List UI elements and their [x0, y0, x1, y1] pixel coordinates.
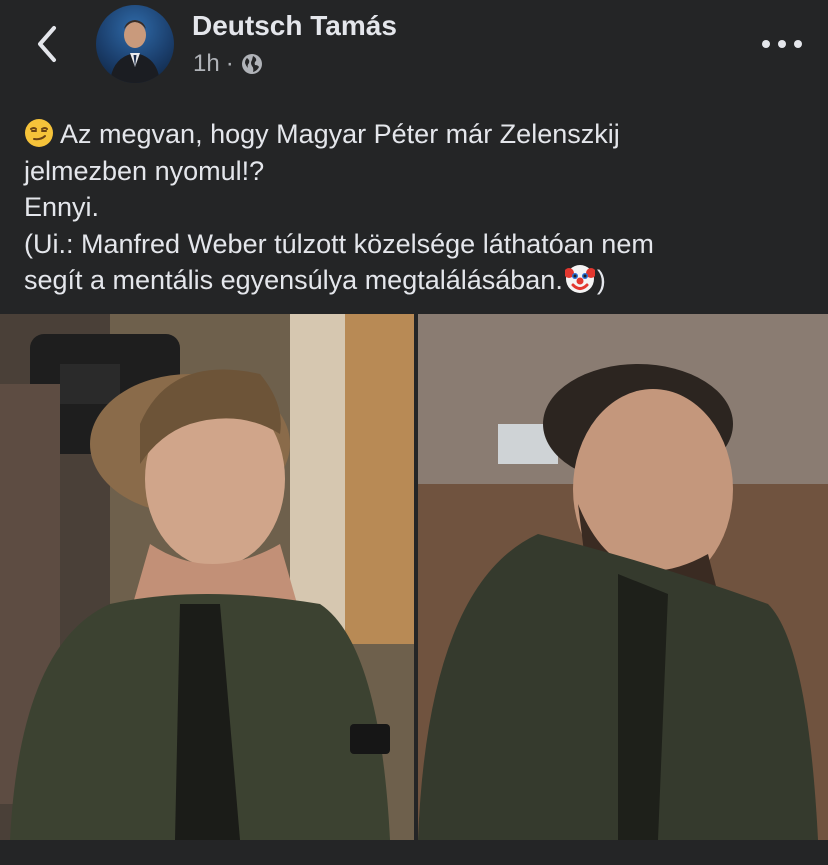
- chevron-left-icon: [38, 26, 56, 62]
- post-footer-strip: [0, 840, 828, 865]
- photo-man-right: [418, 314, 828, 840]
- photo-man-left: [0, 314, 414, 840]
- post-photo-left[interactable]: [0, 314, 414, 840]
- smirking-face-emoji: [25, 119, 53, 147]
- back-button[interactable]: [30, 22, 66, 66]
- post-meta: 1h ·: [193, 50, 264, 78]
- more-options-button[interactable]: [758, 30, 806, 58]
- post-line-4: (Ui.: Manfred Weber túlzott közelsége lá…: [24, 228, 654, 259]
- post-line-1-text: Az megvan, hogy Magyar Péter már Zelensz…: [60, 119, 620, 149]
- post-line-3: Ennyi.: [24, 192, 100, 222]
- post-header: Deutsch Tamás 1h ·: [0, 0, 828, 100]
- post-line-5-close: ): [596, 265, 606, 295]
- globe-icon[interactable]: [240, 52, 264, 76]
- post-line-5: segít a mentális egyensúlya megtalálásáb…: [24, 262, 814, 299]
- post-line-2: jelmezben nyomul!?: [24, 155, 265, 186]
- clown-face-emoji: [564, 265, 595, 293]
- post-time[interactable]: 1h: [193, 50, 220, 78]
- post-text: Az megvan, hogy Magyar Péter már Zelensz…: [24, 116, 814, 299]
- meta-separator: ·: [225, 50, 234, 77]
- more-horizontal-icon: [762, 40, 802, 48]
- post-photo-right[interactable]: [418, 314, 828, 840]
- post-line-5-text: segít a mentális egyensúlya megtalálásáb…: [24, 265, 563, 295]
- author-name[interactable]: Deutsch Tamás: [192, 10, 397, 42]
- avatar-image: [110, 20, 160, 83]
- post-line-1: Az megvan, hogy Magyar Péter már Zelensz…: [24, 116, 814, 153]
- avatar[interactable]: [96, 5, 174, 83]
